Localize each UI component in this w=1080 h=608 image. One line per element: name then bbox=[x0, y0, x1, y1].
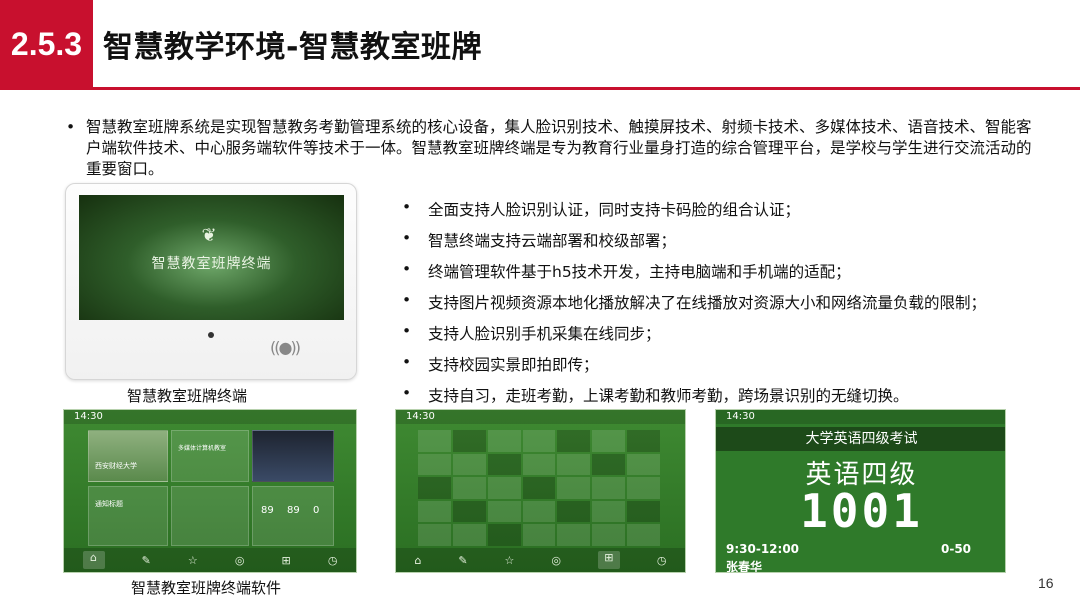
exam-time: 9:30-12:00 bbox=[726, 542, 800, 556]
device-brand-text: 智慧教室班牌终端 bbox=[151, 256, 272, 272]
grid-icon[interactable]: ⊞ bbox=[282, 554, 291, 567]
device-screen: ❦ 智慧教室班牌终端 bbox=[79, 195, 344, 320]
leaf-icon: ❦ bbox=[201, 225, 217, 246]
app-screen-exam: 14:30 大学英语四级考试 英语四级 1001 9:30-12:00 0-50… bbox=[715, 409, 1006, 573]
schedule-card bbox=[171, 486, 249, 546]
feature-item: • 智慧终端支持云端部署和校级部署； bbox=[402, 229, 677, 250]
intro-paragraph: • 智慧教室班牌系统是实现智慧教务考勤管理系统的核心设备，集人脸识别技术、触摸屏… bbox=[66, 117, 1036, 180]
app-screen-home: 14:30 西安财经大学 多媒体计算机教室 通知标题 89 89 0 ⌂ ✎ ☆… bbox=[63, 409, 357, 573]
notice-card: 通知标题 bbox=[88, 486, 168, 546]
device-caption: 智慧教室班牌终端 bbox=[127, 387, 248, 405]
app-status-bar: 14:30 bbox=[396, 410, 685, 424]
exam-room: 1001 bbox=[800, 484, 923, 538]
timetable-grid bbox=[418, 430, 660, 546]
grid-icon[interactable]: ⊞ bbox=[597, 551, 620, 569]
exam-title: 大学英语四级考试 bbox=[716, 427, 1005, 451]
app-nav-bar: ⌂ ✎ ☆ ◎ ⊞ ◷ bbox=[396, 548, 685, 572]
intro-text: 智慧教室班牌系统是实现智慧教务考勤管理系统的核心设备，集人脸识别技术、触摸屏技术… bbox=[86, 118, 1032, 178]
clock-icon[interactable]: ◷ bbox=[328, 554, 338, 567]
feature-list: • 全面支持人脸识别认证，同时支持卡码脸的组合认证； • 智慧终端支持云端部署和校级… bbox=[402, 198, 1052, 415]
video-card bbox=[252, 430, 334, 482]
feature-item: • 终端管理软件基于h5技术开发，主持电脑端和手机端的适配； bbox=[402, 260, 851, 281]
campus-photo: 西安财经大学 bbox=[88, 430, 168, 482]
star-icon[interactable]: ☆ bbox=[188, 554, 198, 567]
home-icon[interactable]: ⌂ bbox=[82, 551, 105, 569]
seat-range: 0-50 bbox=[941, 542, 972, 556]
pen-icon[interactable]: ✎ bbox=[142, 554, 151, 567]
nfc-icon: ((●)) bbox=[270, 338, 301, 357]
home-icon[interactable]: ⌂ bbox=[414, 554, 421, 567]
clock-icon[interactable]: ◷ bbox=[657, 554, 667, 567]
slide-header: 2.5.3 智慧教学环境-智慧教室班牌 bbox=[0, 0, 1080, 90]
app-screen-timetable: 14:30 ⌂ ✎ ☆ ◎ ⊞ ◷ bbox=[395, 409, 686, 573]
feature-item: • 支持图片视频资源本地化播放解决了在线播放对资源大小和网络流量负载的限制； bbox=[402, 291, 987, 312]
bullet: • bbox=[66, 118, 76, 136]
screens-caption: 智慧教室班牌终端软件 bbox=[131, 579, 282, 597]
attendance-card: 89 89 0 bbox=[252, 486, 334, 546]
feature-item: • 支持人脸识别手机采集在线同步； bbox=[402, 322, 661, 343]
exam-teacher: 张春华 bbox=[726, 560, 763, 573]
chat-icon[interactable]: ◎ bbox=[551, 554, 561, 567]
app-status-bar: 14:30 bbox=[64, 410, 356, 424]
chat-icon[interactable]: ◎ bbox=[235, 554, 245, 567]
terminal-device-image: ❦ 智慧教室班牌终端 ((●)) bbox=[65, 183, 357, 380]
page-number: 16 bbox=[1038, 575, 1054, 591]
camera-dot bbox=[208, 332, 214, 338]
slide-title: 智慧教学环境-智慧教室班牌 bbox=[103, 30, 482, 65]
feature-item: • 全面支持人脸识别认证，同时支持卡码脸的组合认证； bbox=[402, 198, 801, 219]
star-icon[interactable]: ☆ bbox=[505, 554, 515, 567]
header-divider bbox=[0, 87, 1080, 90]
app-nav-bar: ⌂ ✎ ☆ ◎ ⊞ ◷ bbox=[64, 548, 356, 572]
feature-item: • 支持校园实景即拍即传； bbox=[402, 353, 599, 374]
app-status-bar: 14:30 bbox=[716, 410, 1005, 424]
section-number: 2.5.3 bbox=[0, 0, 93, 88]
pen-icon[interactable]: ✎ bbox=[458, 554, 467, 567]
course-card: 多媒体计算机教室 bbox=[171, 430, 249, 482]
